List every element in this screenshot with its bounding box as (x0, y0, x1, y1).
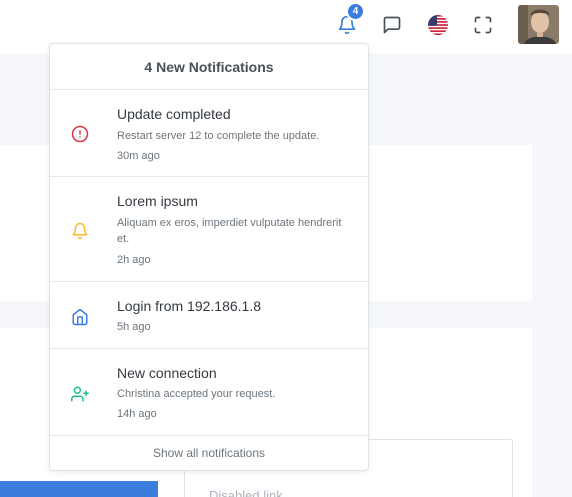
notification-time: 5h ago (117, 321, 151, 333)
notifications-header: 4 New Notifications (50, 44, 368, 90)
notification-title: New connection (117, 365, 217, 381)
us-flag-icon (428, 15, 448, 35)
notification-title: Login from 192.186.1.8 (117, 298, 261, 314)
home-icon (70, 307, 90, 327)
notification-time: 2h ago (117, 254, 151, 266)
user-avatar[interactable] (518, 5, 559, 44)
notification-description: Restart server 12 to complete the update… (117, 130, 320, 142)
notification-description: Aliquam ex eros, imperdiet vulputate hen… (117, 217, 342, 245)
primary-button[interactable] (0, 481, 158, 497)
maximize-icon (474, 16, 492, 34)
messages-button[interactable] (379, 12, 405, 38)
notification-description: Christina accepted your request. (117, 388, 276, 400)
notifications-dropdown: 4 New Notifications Update completed Res… (49, 43, 369, 471)
notification-time: 30m ago (117, 150, 160, 162)
message-square-icon (383, 16, 401, 34)
alert-circle-icon (70, 124, 90, 144)
notification-item[interactable]: Update completed Restart server 12 to co… (50, 91, 368, 177)
bell-icon (70, 221, 90, 241)
notification-title: Update completed (117, 106, 231, 122)
fullscreen-button[interactable] (470, 12, 496, 38)
disabled-link: Disabled link (209, 488, 283, 497)
notification-title: Lorem ipsum (117, 193, 198, 209)
notification-item[interactable]: Lorem ipsum Aliquam ex eros, imperdiet v… (50, 177, 368, 282)
notification-item[interactable]: New connection Christina accepted your r… (50, 349, 368, 436)
notification-time: 14h ago (117, 408, 157, 420)
notification-count-badge: 4 (346, 2, 365, 21)
user-plus-icon (70, 384, 90, 404)
language-selector[interactable] (425, 12, 451, 38)
show-all-notifications-link[interactable]: Show all notifications (50, 436, 368, 470)
notification-item[interactable]: Login from 192.186.1.8 5h ago (50, 282, 368, 349)
